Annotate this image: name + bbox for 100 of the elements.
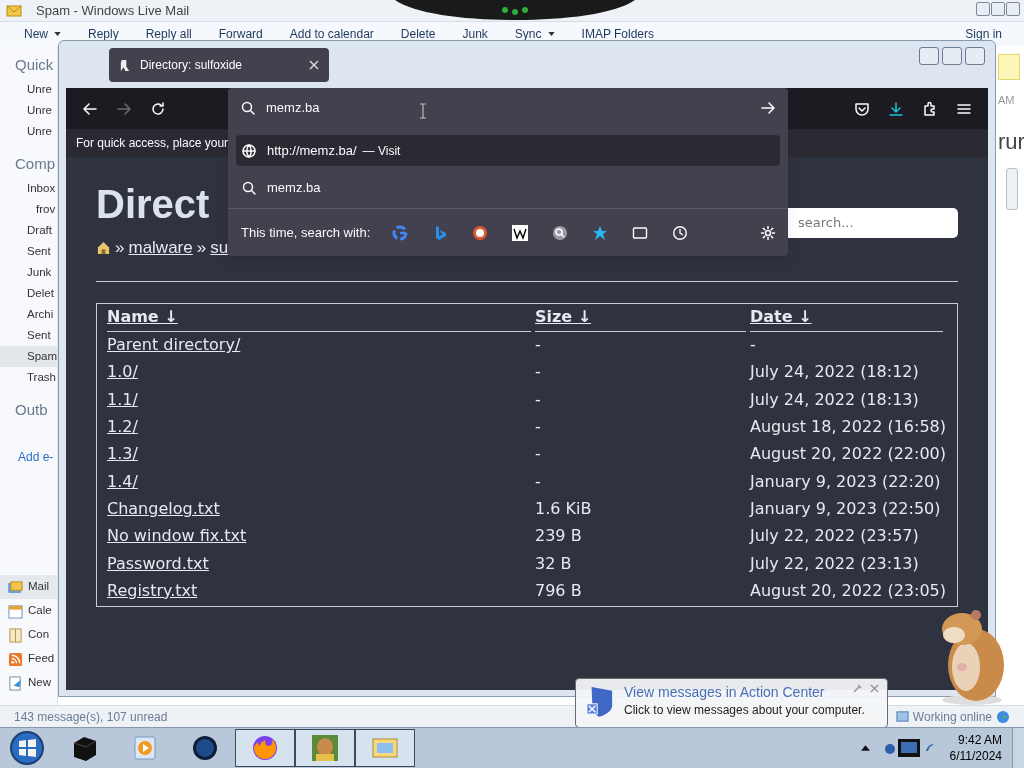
search-icon bbox=[241, 179, 257, 196]
taskbar-button[interactable] bbox=[235, 729, 295, 767]
table-cell-text: August 18, 2022 (16:58) bbox=[750, 416, 947, 439]
file-link[interactable]: Password.txt bbox=[107, 553, 209, 573]
close-icon[interactable] bbox=[870, 684, 879, 693]
breadcrumb-link[interactable]: malware bbox=[128, 235, 193, 261]
minimize-button[interactable] bbox=[919, 47, 939, 65]
table-cell-text: 239 B bbox=[535, 525, 583, 548]
suggestion-row[interactable]: memz.ba bbox=[236, 172, 780, 203]
settings-icon[interactable] bbox=[760, 224, 776, 241]
clock-time: 9:42 AM bbox=[957, 732, 1002, 748]
maximize-button[interactable] bbox=[991, 2, 1005, 16]
folder-item[interactable]: Trash bbox=[0, 367, 57, 388]
app-switcher-item[interactable]: New bbox=[0, 671, 57, 695]
notification-text: Click to view messages about your computer. bbox=[624, 702, 865, 718]
extensions-icon[interactable] bbox=[922, 100, 938, 117]
history-icon[interactable] bbox=[672, 224, 689, 241]
toolbar-button[interactable]: Junk bbox=[462, 25, 488, 43]
app-switcher-item[interactable]: Mail bbox=[0, 575, 57, 599]
scrollbar-thumb[interactable] bbox=[1006, 167, 1018, 210]
folder-item[interactable]: Unre bbox=[0, 79, 57, 100]
folder-item[interactable]: Sent bbox=[0, 241, 57, 262]
start-button[interactable] bbox=[9, 730, 45, 766]
toolbar-button[interactable]: Sync bbox=[514, 25, 555, 43]
caret-icon bbox=[547, 32, 555, 36]
file-link[interactable]: Registry.txt bbox=[107, 580, 198, 600]
forward-button[interactable] bbox=[116, 100, 132, 117]
folder-item[interactable]: Delet bbox=[0, 283, 57, 304]
connection-status: Working online bbox=[912, 708, 992, 726]
file-link[interactable]: Changelog.txt bbox=[107, 498, 220, 518]
close-button[interactable] bbox=[965, 47, 985, 65]
page-heading: Direct bbox=[96, 182, 210, 226]
file-link[interactable]: 1.3/ bbox=[107, 444, 138, 464]
toolbar-button[interactable]: Forward bbox=[218, 25, 263, 43]
home-icon[interactable] bbox=[96, 240, 111, 256]
toolbar-button[interactable]: Delete bbox=[400, 25, 436, 43]
app-switcher-item[interactable]: Cale bbox=[0, 599, 57, 623]
folder-item[interactable]: Unre bbox=[0, 100, 57, 121]
table-cell-text: - bbox=[535, 443, 542, 466]
go-icon[interactable] bbox=[760, 100, 776, 116]
taskbar-button[interactable] bbox=[355, 729, 415, 767]
file-link[interactable]: No window fix.txt bbox=[107, 526, 247, 546]
show-hidden-icons-button[interactable] bbox=[860, 745, 870, 751]
table-cell-text: - bbox=[535, 416, 542, 439]
shield-icon bbox=[586, 685, 614, 717]
folder-item[interactable]: Inbox bbox=[0, 178, 57, 199]
app-switcher-item[interactable]: Feed bbox=[0, 647, 57, 671]
notification-balloon[interactable]: View messages in Action Center Click to view messages about your computer. bbox=[575, 678, 888, 728]
file-link[interactable]: 1.0/ bbox=[107, 362, 138, 382]
maximize-button[interactable] bbox=[942, 47, 962, 65]
table-cell-text: January 9, 2023 (22:50) bbox=[750, 497, 942, 520]
file-link[interactable]: Parent directory/ bbox=[107, 335, 241, 355]
reload-button[interactable] bbox=[150, 100, 166, 117]
toolbar-button[interactable]: IMAP Folders bbox=[581, 25, 654, 43]
wikipedia-icon[interactable] bbox=[512, 224, 529, 241]
table-cell-text: - bbox=[535, 388, 542, 411]
toolbar-button[interactable]: Add to calendar bbox=[289, 25, 374, 43]
suggestion-row[interactable]: http://memz.ba/ — Visit bbox=[236, 135, 780, 166]
search-icon[interactable] bbox=[552, 224, 569, 241]
browser-tab[interactable]: Directory: sulfoxide bbox=[109, 48, 329, 82]
sign-in-link[interactable]: Sign in bbox=[965, 25, 1002, 43]
clock-date: 6/11/2024 bbox=[949, 748, 1002, 764]
section-heading: Quick bbox=[14, 54, 55, 75]
toolbar-button[interactable]: New bbox=[24, 25, 61, 43]
close-tab-icon[interactable] bbox=[309, 60, 319, 70]
bookmark-star-icon[interactable] bbox=[592, 224, 609, 241]
column-header[interactable]: Size ↓ bbox=[535, 305, 592, 329]
folder-item[interactable]: Spam bbox=[0, 346, 57, 367]
pocket-icon[interactable] bbox=[854, 100, 870, 117]
time-text: AM bbox=[998, 93, 1015, 108]
file-link[interactable]: 1.4/ bbox=[107, 471, 138, 491]
rss-icon bbox=[8, 651, 23, 667]
toolbar-button[interactable]: Reply all bbox=[145, 25, 192, 43]
folder-item[interactable]: Junk bbox=[0, 262, 57, 283]
download-icon[interactable] bbox=[888, 100, 904, 117]
tabs-icon[interactable] bbox=[632, 224, 649, 241]
table-cell-text: August 20, 2022 (22:00) bbox=[750, 443, 947, 466]
add-account-link[interactable]: Add e- bbox=[0, 448, 57, 468]
column-header[interactable]: Name ↓ bbox=[107, 305, 178, 329]
folder-item[interactable]: Sent bbox=[0, 325, 57, 346]
toolbar-button[interactable]: Reply bbox=[88, 25, 119, 43]
file-link[interactable]: 1.2/ bbox=[107, 417, 138, 437]
google-icon[interactable] bbox=[392, 224, 409, 241]
breadcrumb-link[interactable]: su bbox=[210, 235, 229, 261]
minimize-button[interactable] bbox=[976, 2, 990, 16]
back-button[interactable] bbox=[82, 100, 98, 117]
notification-title: View messages in Action Center bbox=[624, 683, 825, 702]
folder-item[interactable]: Unre bbox=[0, 121, 57, 142]
app-switcher-item[interactable]: Con bbox=[0, 623, 57, 647]
folder-item[interactable]: frov bbox=[0, 199, 57, 220]
table-cell-text: - bbox=[535, 334, 542, 357]
column-header[interactable]: Date ↓ bbox=[750, 305, 812, 329]
taskbar-button[interactable] bbox=[295, 729, 355, 767]
close-button[interactable] bbox=[1006, 2, 1020, 16]
file-link[interactable]: 1.1/ bbox=[107, 389, 138, 409]
folder-item[interactable]: Draft bbox=[0, 220, 57, 241]
page-icon bbox=[8, 675, 23, 691]
breadcrumb-separator: » bbox=[196, 237, 207, 259]
folder-item[interactable]: Archi bbox=[0, 304, 57, 325]
wrench-icon[interactable] bbox=[852, 684, 862, 694]
